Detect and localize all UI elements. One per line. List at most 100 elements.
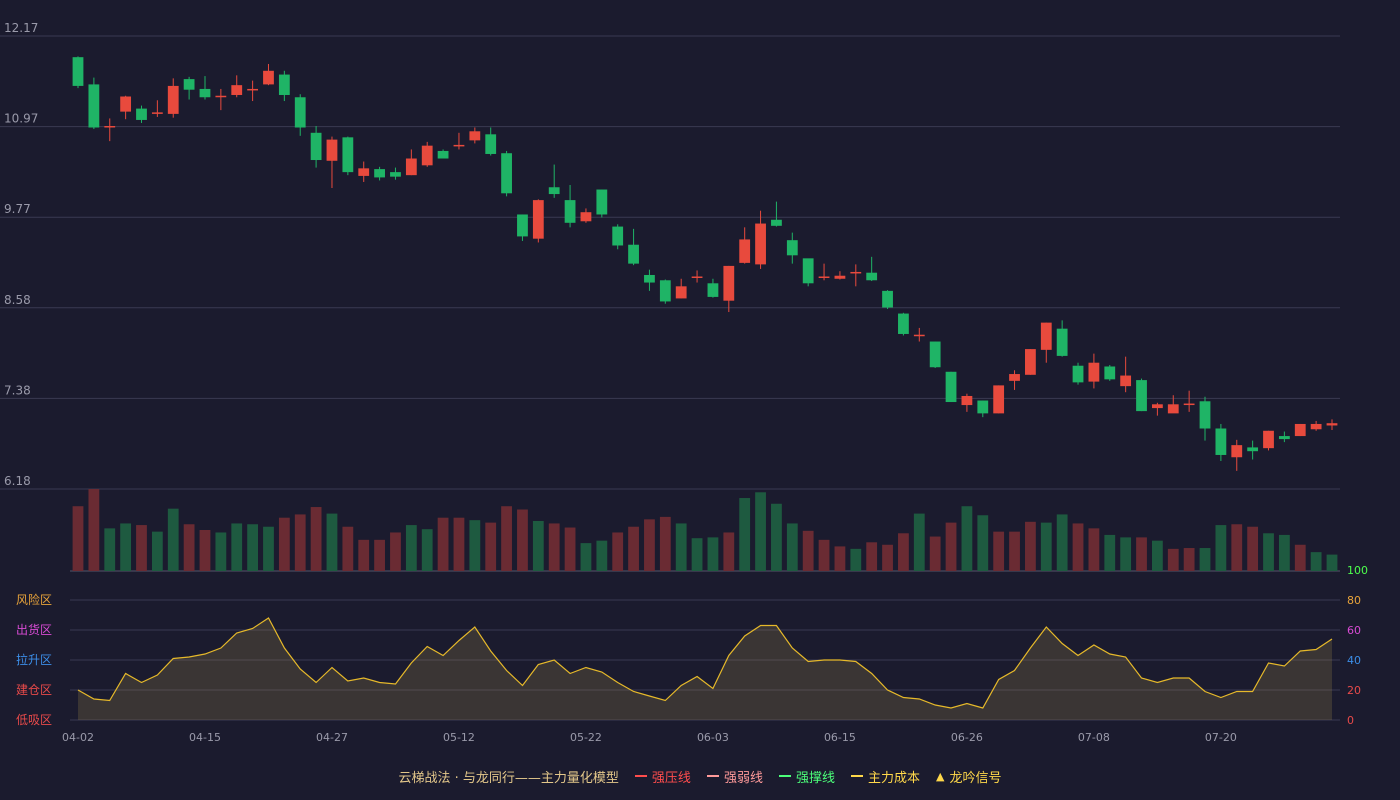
volume-bar	[1231, 524, 1243, 571]
volume-layer	[72, 489, 1338, 571]
candle-body	[1294, 423, 1306, 437]
candle-body	[644, 274, 655, 283]
candle-body	[72, 57, 84, 86]
volume-bar	[215, 532, 227, 571]
volume-bar	[786, 523, 798, 571]
candle-body	[342, 137, 354, 173]
volume-bar	[707, 537, 719, 571]
volume-bar	[231, 523, 243, 571]
chart-svg: 12.17 10.97 9.77 8.58 7.38 6.18 100 80 60 40 20 0 风险…	[0, 21, 1368, 744]
volume-bar	[882, 544, 893, 571]
candle-body	[231, 85, 243, 95]
price-tick-label: 6.18	[4, 474, 31, 488]
legend-item-support-line[interactable]: 强撑线	[778, 767, 835, 786]
osc-tick-label: 100	[1347, 564, 1368, 577]
candle-body	[501, 153, 512, 194]
volume-bar	[183, 524, 195, 571]
volume-bar	[532, 520, 544, 571]
legend-item-main-cost[interactable]: 主力成本	[850, 767, 920, 786]
volume-bar	[485, 522, 497, 571]
volume-bar	[675, 523, 687, 571]
legend-item-strength-line[interactable]: 强弱线	[706, 767, 763, 786]
volume-bar	[1040, 522, 1052, 571]
volume-bar	[580, 543, 592, 571]
candle-body	[199, 88, 211, 98]
volume-bar	[88, 489, 100, 571]
price-tick-label: 7.38	[4, 383, 31, 397]
legend-label: 强压线	[651, 770, 691, 786]
legend-item-resistance-line[interactable]: 强压线	[634, 767, 691, 786]
candle-body	[771, 219, 782, 226]
price-tick-label: 9.77	[4, 202, 31, 216]
x-tick-label: 04-27	[316, 731, 348, 744]
volume-bar	[151, 531, 163, 571]
volume-bar	[1310, 552, 1322, 571]
volume-bar	[929, 536, 941, 571]
volume-bar	[1263, 533, 1274, 571]
price-tick-label: 10.97	[4, 112, 38, 126]
volume-bar	[120, 523, 132, 571]
candle-body	[374, 169, 385, 178]
volume-bar	[977, 515, 989, 571]
candle-body	[945, 371, 957, 403]
candle-body	[215, 95, 227, 98]
candle-body	[1310, 423, 1322, 430]
volume-bar	[247, 524, 259, 571]
candle-body	[247, 88, 259, 91]
volume-bar	[1294, 544, 1306, 571]
volume-bar	[834, 546, 846, 571]
legend-label: 强弱线	[723, 770, 763, 786]
volume-bar	[390, 532, 401, 571]
candle-body	[390, 172, 401, 177]
candle-body	[1040, 322, 1052, 350]
volume-bar	[1183, 548, 1195, 571]
main-cost-swatch	[850, 775, 863, 777]
candle-body	[929, 341, 941, 368]
candle-body	[167, 85, 179, 114]
volume-bar	[469, 520, 481, 571]
candles-layer	[72, 56, 1338, 471]
legend-label: 龙吟信号	[949, 770, 1002, 786]
volume-bar	[374, 539, 385, 571]
price-tick-label: 12.17	[4, 21, 38, 35]
volume-bar	[596, 540, 608, 571]
volume-bar	[1025, 521, 1036, 571]
candle-body	[707, 283, 719, 297]
osc-tick-label: 60	[1347, 624, 1361, 637]
osc-zone-label: 出货区	[16, 622, 52, 637]
candle-body	[1120, 375, 1132, 387]
candle-body	[1326, 423, 1338, 426]
labels-layer: 12.17 10.97 9.77 8.58 7.38 6.18 100 80 60 40 20 0 风险…	[4, 21, 1368, 744]
volume-bar	[1151, 540, 1163, 571]
candle-body	[421, 145, 433, 166]
candle-body	[564, 200, 576, 223]
x-tick-label: 06-03	[697, 731, 729, 744]
candle-body	[913, 334, 925, 337]
osc-tick-label: 20	[1347, 684, 1361, 697]
candle-body	[517, 214, 528, 237]
legend: 云梯战法 · 与龙同行——主力量化模型 强压线 强弱线 强撑线 主力成本 ▲ 龙…	[0, 764, 1400, 788]
candle-body	[659, 280, 671, 302]
volume-bar	[167, 508, 179, 571]
candle-body	[294, 97, 306, 128]
x-tick-label: 07-20	[1205, 731, 1237, 744]
candle-body	[818, 276, 830, 278]
candle-body	[263, 70, 274, 85]
legend-item-dragon-signal[interactable]: ▲ 龙吟信号	[936, 767, 1001, 786]
volume-bar	[802, 530, 814, 571]
volume-bar	[1136, 537, 1147, 571]
volume-bar	[1009, 531, 1020, 571]
volume-bar	[771, 503, 782, 571]
volume-bar	[850, 548, 862, 571]
volume-bar	[866, 542, 878, 571]
candle-body	[437, 150, 449, 159]
x-tick-label: 06-15	[824, 731, 856, 744]
x-tick-label: 04-15	[189, 731, 221, 744]
candle-body	[850, 271, 862, 274]
candle-body	[310, 132, 322, 161]
volume-bar	[358, 539, 370, 571]
candle-body	[1231, 445, 1243, 458]
chart-container: 12.17 10.97 9.77 8.58 7.38 6.18 100 80 60 40 20 0 风险…	[0, 0, 1400, 800]
volume-bar	[945, 522, 957, 571]
candle-body	[469, 131, 481, 141]
